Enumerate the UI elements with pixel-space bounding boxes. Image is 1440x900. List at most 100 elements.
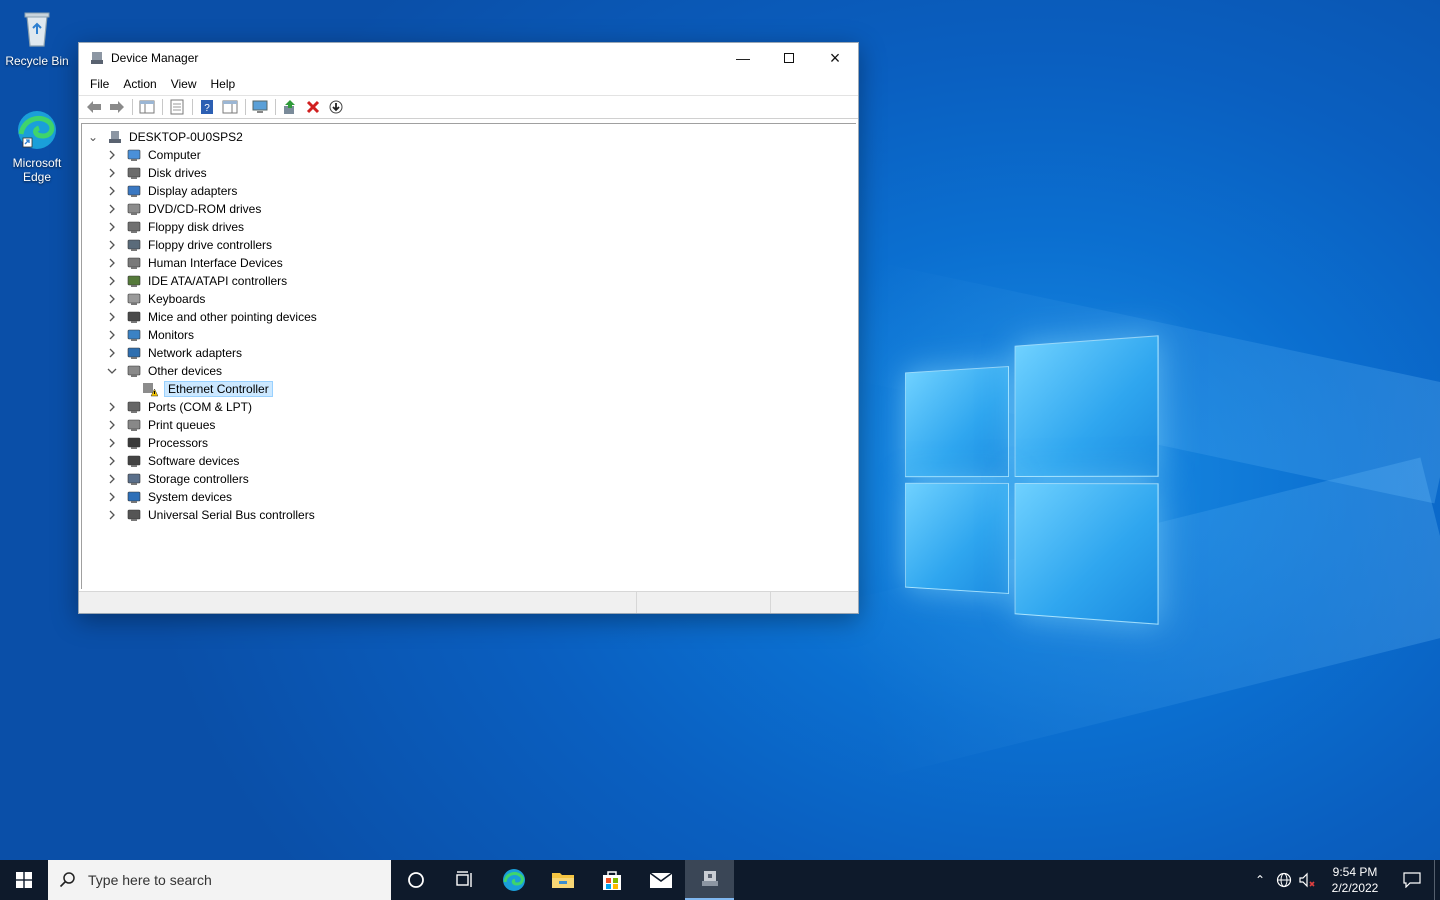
tree-item[interactable]: Floppy disk drives — [106, 218, 244, 236]
tree-item[interactable]: Computer — [106, 146, 201, 164]
usb-icon — [126, 507, 142, 523]
device-manager-icon — [89, 50, 105, 66]
cortana-icon — [407, 871, 425, 889]
taskbar-file-explorer[interactable] — [538, 860, 587, 900]
menu-file[interactable]: File — [83, 75, 116, 93]
chevron-right-icon[interactable] — [106, 329, 118, 341]
tree-item[interactable]: IDE ATA/ATAPI controllers — [106, 272, 287, 290]
tree-item-label: Ethernet Controller — [164, 381, 273, 397]
chevron-right-icon[interactable] — [106, 491, 118, 503]
title-bar[interactable]: Device Manager — × — [79, 43, 858, 73]
tree-item[interactable]: DVD/CD-ROM drives — [106, 200, 261, 218]
tree-item-label: System devices — [148, 490, 232, 504]
chevron-right-icon[interactable] — [106, 401, 118, 413]
properties-button[interactable] — [166, 97, 188, 117]
tree-root[interactable]: ⌄ DESKTOP-0U0SPS2 — [87, 128, 243, 146]
tree-item-label: Mice and other pointing devices — [148, 310, 317, 324]
tree-item-ethernet-controller[interactable]: Ethernet Controller — [142, 380, 273, 398]
menu-view[interactable]: View — [164, 75, 204, 93]
scan-hardware-button[interactable] — [249, 97, 271, 117]
chevron-right-icon[interactable] — [106, 239, 118, 251]
tree-item[interactable]: Disk drives — [106, 164, 207, 182]
tree-item[interactable]: Software devices — [106, 452, 239, 470]
forward-button[interactable] — [106, 97, 128, 117]
taskbar-cortana[interactable] — [391, 860, 440, 900]
tree-item[interactable]: System devices — [106, 488, 232, 506]
tree-item[interactable]: Processors — [106, 434, 208, 452]
floppy-controller-icon — [126, 237, 142, 253]
uninstall-button[interactable] — [302, 97, 324, 117]
taskbar-edge[interactable] — [489, 860, 538, 900]
chevron-right-icon[interactable] — [106, 437, 118, 449]
tree-item-label: Print queues — [148, 418, 215, 432]
tree-item[interactable]: Keyboards — [106, 290, 205, 308]
menu-action[interactable]: Action — [116, 75, 163, 93]
minimize-icon: — — [736, 50, 750, 66]
start-button[interactable] — [0, 860, 48, 900]
chevron-right-icon[interactable] — [106, 347, 118, 359]
tree-item[interactable]: Storage controllers — [106, 470, 249, 488]
show-hide-tree-icon — [139, 100, 155, 114]
menu-help[interactable]: Help — [204, 75, 243, 93]
tree-item[interactable]: Print queues — [106, 416, 215, 434]
taskbar-device-manager[interactable] — [685, 860, 734, 900]
chevron-right-icon[interactable] — [106, 275, 118, 287]
disable-button[interactable] — [325, 97, 347, 117]
taskbar-task-view[interactable] — [440, 860, 489, 900]
chevron-right-icon[interactable] — [106, 203, 118, 215]
forward-icon — [109, 100, 125, 114]
show-desktop-button[interactable] — [1434, 860, 1440, 900]
chevron-right-icon[interactable] — [106, 419, 118, 431]
chevron-right-icon[interactable] — [106, 149, 118, 161]
close-button[interactable]: × — [812, 43, 858, 73]
chevron-down-icon[interactable]: ⌄ — [87, 131, 99, 143]
warning-device-icon — [142, 381, 158, 397]
chevron-right-icon[interactable] — [106, 185, 118, 197]
tree-item[interactable]: Ports (COM & LPT) — [106, 398, 252, 416]
taskbar-store[interactable] — [587, 860, 636, 900]
chevron-right-icon[interactable] — [106, 167, 118, 179]
monitor-icon — [126, 327, 142, 343]
uninstall-icon — [306, 100, 320, 114]
volume-button[interactable] — [1296, 872, 1320, 888]
network-button[interactable] — [1272, 872, 1296, 888]
back-button[interactable] — [83, 97, 105, 117]
device-tree[interactable]: ⌄ DESKTOP-0U0SPS2 Computer Disk drives Dis… — [81, 123, 856, 589]
tree-item[interactable]: Monitors — [106, 326, 194, 344]
update-driver-button[interactable] — [279, 97, 301, 117]
chevron-down-icon[interactable] — [106, 365, 118, 377]
tree-item[interactable]: Network adapters — [106, 344, 242, 362]
minimize-button[interactable]: — — [720, 43, 766, 73]
mail-icon — [649, 871, 673, 889]
tree-item[interactable]: Other devices — [106, 362, 222, 380]
chevron-up-icon: ⌃ — [1255, 873, 1265, 887]
taskbar-search-box[interactable]: Type here to search — [48, 860, 391, 900]
action-center-button[interactable] — [1390, 872, 1434, 888]
desktop-icon-recycle-bin[interactable]: Recycle Bin — [2, 6, 72, 68]
chevron-right-icon[interactable] — [106, 257, 118, 269]
chevron-right-icon[interactable] — [106, 311, 118, 323]
show-hide-tree-button[interactable] — [136, 97, 158, 117]
maximize-button[interactable] — [766, 43, 812, 73]
action-pane-button[interactable] — [219, 97, 241, 117]
clock-date: 2/2/2022 — [1320, 880, 1390, 896]
help-button[interactable]: ? — [196, 97, 218, 117]
chevron-right-icon[interactable] — [106, 455, 118, 467]
chevron-right-icon[interactable] — [106, 293, 118, 305]
chevron-right-icon[interactable] — [106, 509, 118, 521]
desktop-icon-edge[interactable]: Microsoft Edge — [2, 108, 72, 184]
system-device-icon — [126, 489, 142, 505]
show-hidden-icons-button[interactable]: ⌃ — [1248, 873, 1272, 887]
chevron-right-icon[interactable] — [106, 473, 118, 485]
search-placeholder: Type here to search — [88, 872, 212, 888]
tree-item-label: Human Interface Devices — [148, 256, 283, 270]
chevron-right-icon[interactable] — [106, 221, 118, 233]
tree-item[interactable]: Floppy drive controllers — [106, 236, 272, 254]
tree-item-label: Disk drives — [148, 166, 207, 180]
tree-item[interactable]: Human Interface Devices — [106, 254, 283, 272]
clock[interactable]: 9:54 PM 2/2/2022 — [1320, 864, 1390, 896]
tree-item[interactable]: Mice and other pointing devices — [106, 308, 317, 326]
tree-item[interactable]: Display adapters — [106, 182, 237, 200]
tree-item[interactable]: Universal Serial Bus controllers — [106, 506, 315, 524]
taskbar-mail[interactable] — [636, 860, 685, 900]
